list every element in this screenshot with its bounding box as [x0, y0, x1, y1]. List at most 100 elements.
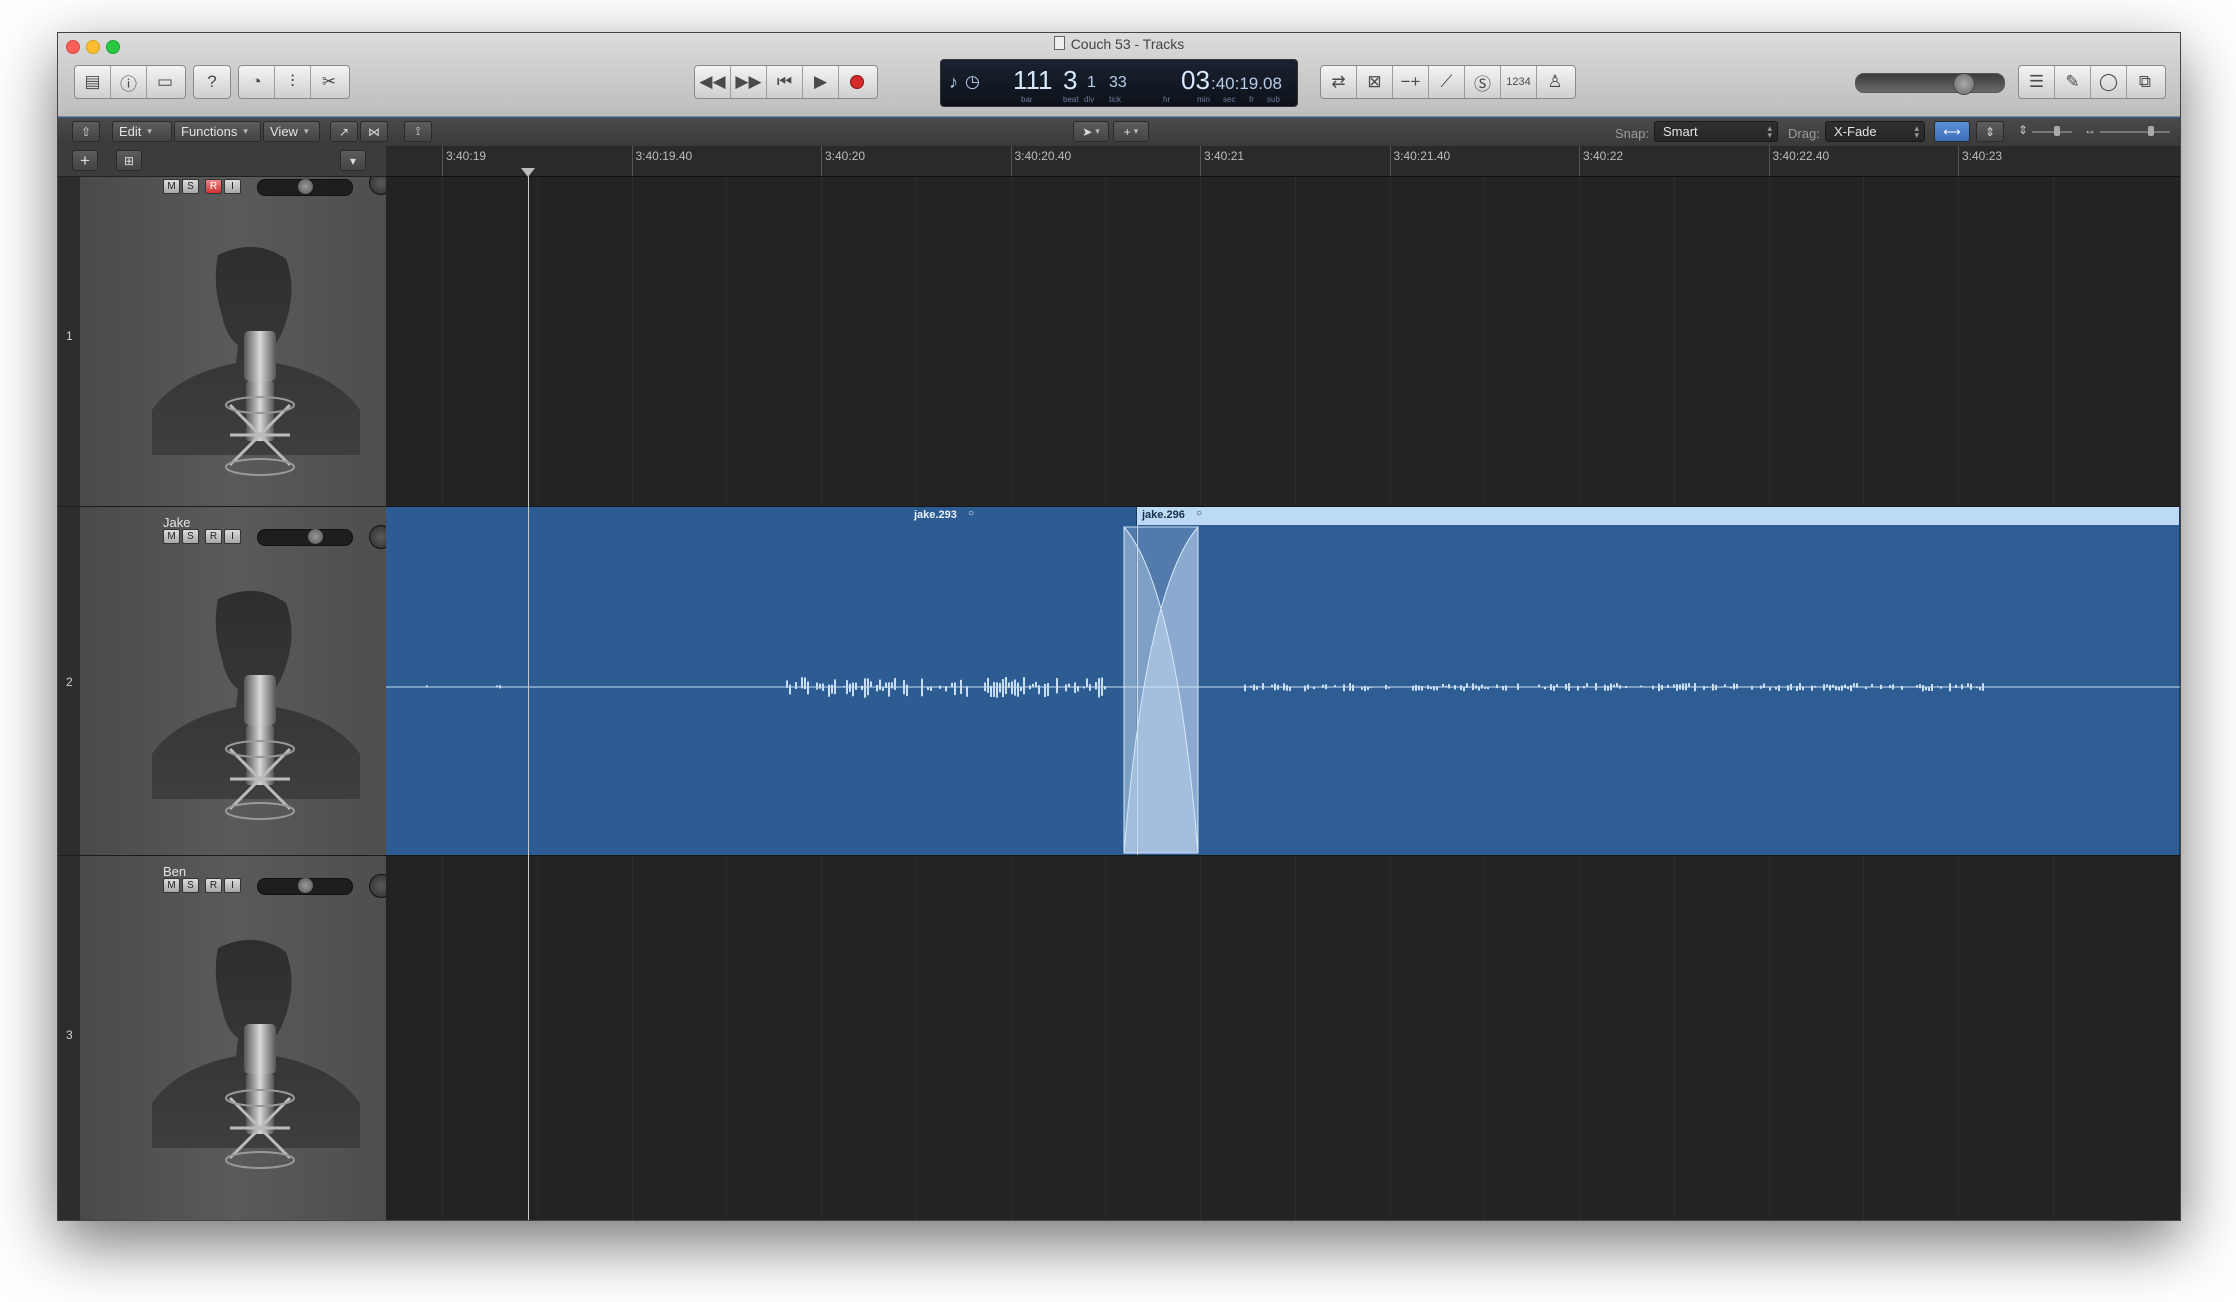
volume-fader[interactable] [257, 179, 353, 196]
list-editors-icon[interactable]: ☰ [2019, 66, 2055, 98]
volume-fader[interactable] [257, 529, 353, 546]
volume-fader[interactable] [257, 878, 353, 895]
waveform-bar [1709, 686, 1711, 688]
browsers-icon[interactable]: ⧉ [2127, 66, 2163, 98]
tuner-icon[interactable]: ⟋ [1429, 66, 1465, 98]
volume-fader-knob[interactable] [298, 179, 313, 194]
record-icon[interactable] [839, 66, 875, 98]
track-lane[interactable] [386, 856, 2180, 1220]
volume-fader-knob[interactable] [298, 878, 313, 893]
snap-select[interactable]: Smart ▴ ▾ [1654, 121, 1778, 142]
playhead-line[interactable] [528, 176, 529, 1220]
grid-line [1579, 856, 1580, 1220]
duplicate-track-icon[interactable]: ⊞ [116, 150, 142, 171]
record-enable-button[interactable]: R [205, 878, 222, 893]
waveform-zoom-icon[interactable]: ⟷ [1934, 121, 1970, 142]
record-enable-button[interactable]: R [205, 179, 222, 194]
marquee-tool-icon[interactable]: + ▾ [1113, 121, 1149, 142]
pan-knob[interactable] [369, 874, 386, 898]
grid-line [1768, 856, 1770, 1220]
vertical-zoom-thumb[interactable] [2054, 126, 2060, 136]
waveform-bar [999, 682, 1001, 693]
add-track-button[interactable]: + [72, 150, 98, 171]
input-monitor-button[interactable]: I [224, 878, 241, 893]
waveform-bar [954, 682, 956, 696]
loop-browser-icon[interactable]: ◯ [2091, 66, 2127, 98]
grid-line [726, 177, 728, 506]
vertical-zoom-icon[interactable]: ⇕ [1976, 121, 2004, 142]
track-header[interactable]: Jake M S R I [80, 507, 386, 856]
play-icon[interactable]: ▶ [803, 66, 839, 98]
waveform-bar [1544, 686, 1546, 690]
autopunch-icon[interactable]: −+ [1393, 66, 1429, 98]
master-volume-knob[interactable] [1953, 73, 1975, 95]
go-to-beginning-icon[interactable]: ⏮ [767, 66, 803, 98]
mute-button[interactable]: M [163, 878, 180, 893]
input-monitor-button[interactable]: I [224, 529, 241, 544]
library-icon[interactable]: ▤ [75, 66, 111, 98]
horizontal-zoom-track[interactable] [2100, 131, 2170, 133]
replace-icon[interactable]: ⊠ [1357, 66, 1393, 98]
global-tracks-icon[interactable]: ▾ [340, 150, 366, 171]
grid-line [631, 856, 633, 1220]
drag-select[interactable]: X-Fade ▴ ▾ [1825, 121, 1925, 142]
flex-icon[interactable]: ⟟ [404, 121, 432, 142]
edit-menu[interactable]: Edit ▾ [112, 121, 172, 142]
mixer-icon[interactable]: ⫶ [275, 66, 311, 98]
timeline-ruler[interactable]: 3:40:19 3:40:19.40 3:40:20 3:40:20.40 3:40:2… [386, 146, 2180, 177]
waveform-bar [1086, 678, 1088, 688]
waveform-bar [1892, 684, 1894, 690]
toolbar-icon[interactable]: ▭ [147, 66, 183, 98]
mute-button[interactable]: M [163, 529, 180, 544]
solo-icon[interactable]: Ⓢ [1465, 66, 1501, 98]
ruler-label: 3:40:19 [446, 149, 487, 163]
back-arrow-icon[interactable]: ⇧ [72, 121, 100, 142]
pointer-tool-icon[interactable]: ➤ ▾ [1073, 121, 1109, 142]
smart-controls-icon[interactable]: ◔ [239, 66, 275, 98]
solo-button[interactable]: S [182, 529, 199, 544]
track-lane[interactable]: jake.293 ○ jake.296 ○ [386, 507, 2180, 856]
count-in-icon[interactable]: 1234 [1501, 66, 1537, 98]
pan-knob[interactable] [369, 525, 386, 549]
horizontal-zoom-thumb[interactable] [2148, 126, 2154, 136]
waveform-bar [1385, 684, 1387, 690]
rewind-icon[interactable]: ◀◀ [695, 66, 731, 98]
waveform-bar [1679, 684, 1681, 690]
notepad-icon[interactable]: ✎ [2055, 66, 2091, 98]
inspector-icon[interactable]: ⓘ [111, 66, 147, 98]
track-name[interactable]: Jake [163, 515, 190, 530]
waveform-bar [1625, 685, 1627, 689]
catch-icon[interactable]: ↗ [330, 121, 358, 142]
functions-menu[interactable]: Functions ▾ [174, 121, 261, 142]
track-header[interactable]: M S R I [80, 177, 386, 507]
master-volume-slider[interactable] [1855, 73, 2005, 95]
waveform-bar [876, 684, 878, 692]
record-enable-button[interactable]: R [205, 529, 222, 544]
link-icon[interactable]: ⋈ [360, 121, 388, 142]
track-name[interactable]: Ben [163, 864, 186, 879]
lcd-display[interactable]: ♪ ◷ 111 3 1 33 03 :40:19.08 bar beat div… [940, 59, 1298, 107]
waveform-bar [1787, 685, 1789, 691]
editors-icon[interactable]: ✂ [311, 66, 347, 98]
fast-forward-icon[interactable]: ▶▶ [731, 66, 767, 98]
waveform-bar [1460, 685, 1462, 691]
quick-help-icon[interactable]: ? [194, 66, 230, 98]
view-menu[interactable]: View ▾ [263, 121, 320, 142]
vertical-zoom-track[interactable] [2032, 131, 2072, 133]
track-header[interactable]: Ben M S R I [80, 856, 386, 1220]
waveform-bar [1982, 683, 1984, 691]
solo-button[interactable]: S [182, 179, 199, 194]
mute-button[interactable]: M [163, 179, 180, 194]
solo-button[interactable]: S [182, 878, 199, 893]
volume-fader-knob[interactable] [308, 529, 323, 544]
waveform-bar [1352, 684, 1354, 692]
input-monitor-button[interactable]: I [224, 179, 241, 194]
cycle-icon[interactable]: ⇄ [1321, 66, 1357, 98]
track-lane[interactable] [386, 177, 2180, 507]
pan-knob[interactable] [369, 177, 386, 195]
crossfade-shape[interactable] [1123, 525, 1199, 854]
metronome-icon[interactable]: ♙ [1537, 66, 1573, 98]
waveform-bar [1325, 684, 1327, 690]
zoom-sliders[interactable]: ⇕ ↔ [2018, 123, 2178, 141]
microphone-silhouette-icon [152, 939, 360, 1169]
